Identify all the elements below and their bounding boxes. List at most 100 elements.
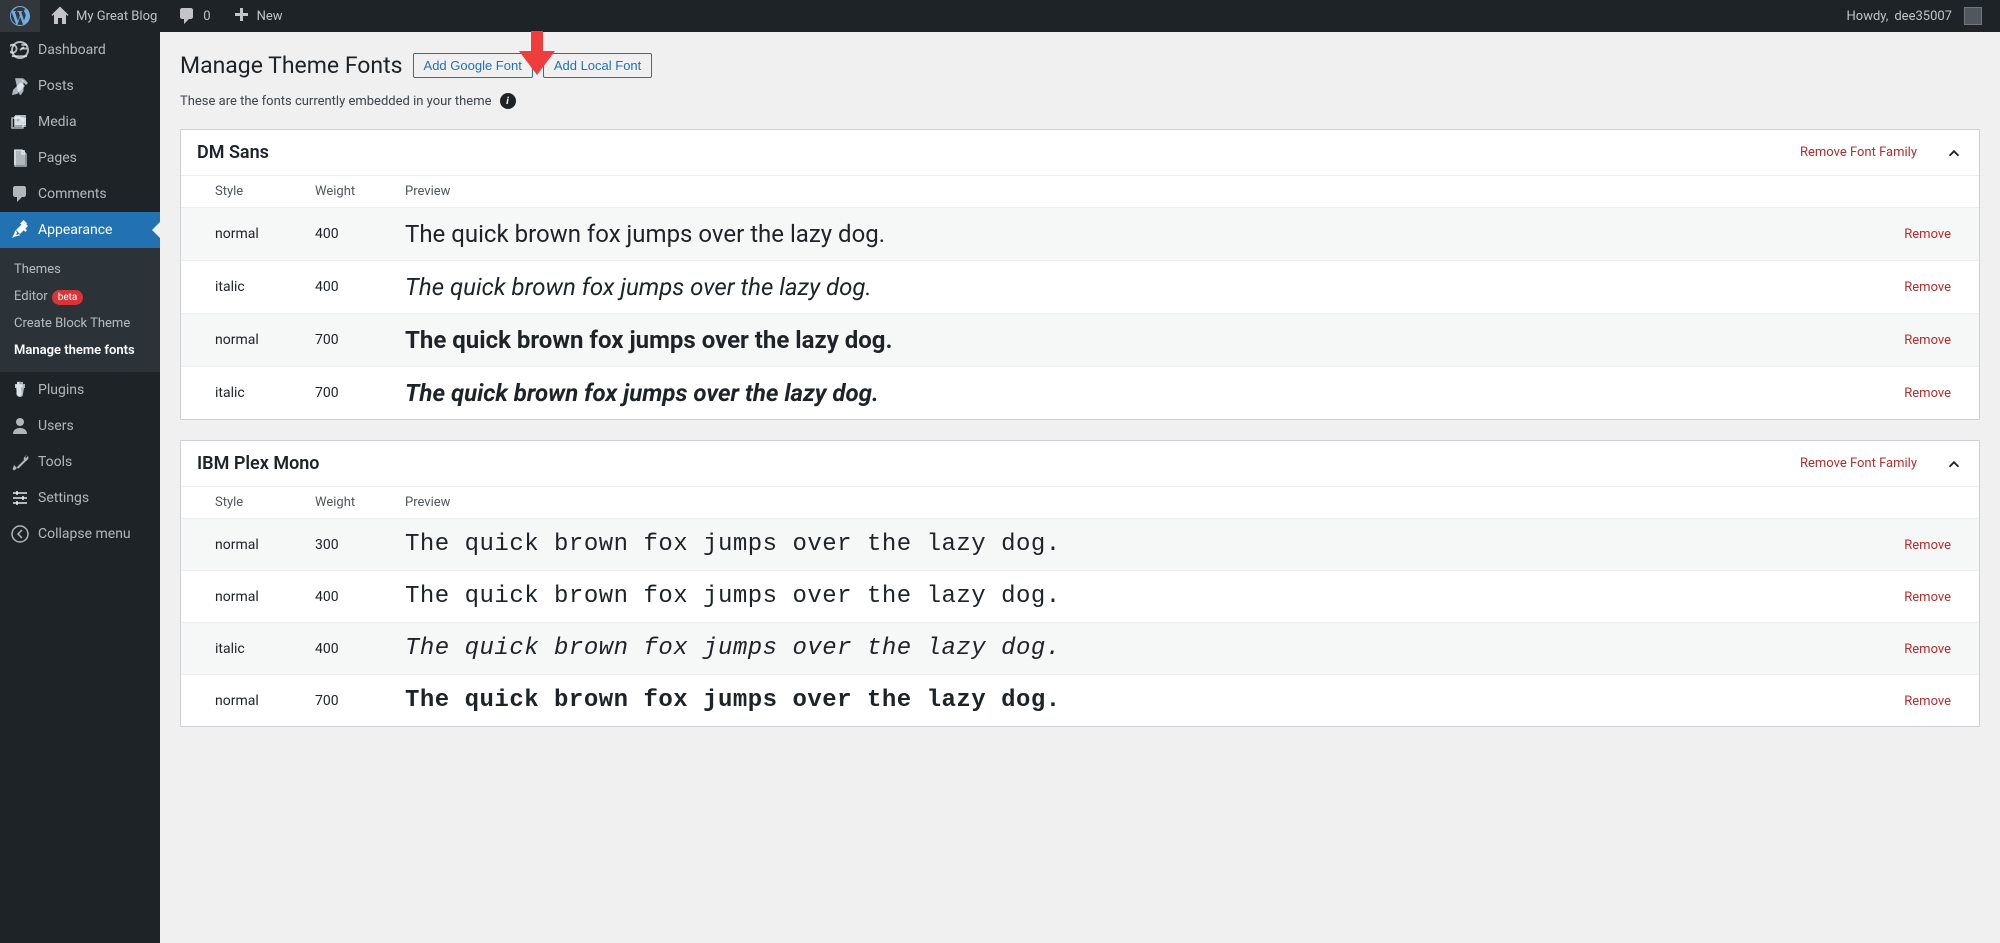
- comments-count: 0: [203, 9, 210, 24]
- dashboard-icon: [10, 40, 30, 60]
- th-style: Style: [205, 176, 305, 208]
- remove-face-link[interactable]: Remove: [1904, 642, 1951, 657]
- face-preview: The quick brown fox jumps over the lazy …: [395, 571, 1889, 623]
- site-title-text: My Great Blog: [76, 9, 157, 24]
- account-button[interactable]: Howdy, dee35007: [1837, 0, 1992, 32]
- face-weight: 700: [305, 314, 395, 367]
- font-face-row: italic 400 The quick brown fox jumps ove…: [181, 261, 1979, 314]
- font-family-card: IBM Plex Mono Remove Font Family Style W…: [180, 440, 1980, 727]
- face-style: normal: [205, 571, 305, 623]
- new-button[interactable]: New: [221, 0, 293, 32]
- face-weight: 700: [305, 367, 395, 420]
- chevron-up-icon[interactable]: [1945, 144, 1963, 162]
- submenu-item-themes[interactable]: Themes: [0, 256, 160, 283]
- info-icon[interactable]: i: [500, 93, 516, 109]
- font-face-row: normal 700 The quick brown fox jumps ove…: [181, 675, 1979, 727]
- sidebar-item-label: Pages: [38, 150, 77, 166]
- page-title: Manage Theme Fonts: [180, 52, 403, 79]
- remove-face-link[interactable]: Remove: [1904, 590, 1951, 605]
- remove-font-family-link[interactable]: Remove Font Family: [1800, 145, 1917, 160]
- beta-badge: beta: [52, 290, 84, 305]
- admin-bar-left: My Great Blog 0 New: [0, 0, 293, 32]
- sidebar-item-label: Tools: [38, 454, 72, 470]
- sidebar-item-settings[interactable]: Settings: [0, 480, 160, 516]
- face-weight: 400: [305, 571, 395, 623]
- comments-button[interactable]: 0: [167, 0, 220, 32]
- face-style: normal: [205, 675, 305, 727]
- sidebar-item-comments[interactable]: Comments: [0, 176, 160, 212]
- remove-face-link[interactable]: Remove: [1904, 280, 1951, 295]
- new-label: New: [257, 9, 283, 24]
- submenu-item-create-block-theme[interactable]: Create Block Theme: [0, 310, 160, 337]
- howdy-prefix: Howdy,: [1847, 9, 1889, 24]
- sidebar-item-appearance[interactable]: Appearance: [0, 212, 160, 248]
- site-title-button[interactable]: My Great Blog: [40, 0, 167, 32]
- face-weight: 400: [305, 261, 395, 314]
- sidebar-item-collapse[interactable]: Collapse menu: [0, 516, 160, 552]
- sidebar-item-posts[interactable]: Posts: [0, 68, 160, 104]
- settings-icon: [10, 488, 30, 508]
- posts-icon: [10, 76, 30, 96]
- wp-logo-button[interactable]: [0, 0, 40, 32]
- face-weight: 400: [305, 623, 395, 675]
- media-icon: [10, 112, 30, 132]
- wordpress-icon: [10, 6, 30, 26]
- collapse-icon: [10, 524, 30, 544]
- face-style: normal: [205, 314, 305, 367]
- remove-face-link[interactable]: Remove: [1904, 227, 1951, 242]
- plus-icon: [231, 6, 251, 26]
- home-icon: [50, 6, 70, 26]
- remove-face-link[interactable]: Remove: [1904, 694, 1951, 709]
- comments-icon: [177, 6, 197, 26]
- th-weight: Weight: [305, 487, 395, 519]
- submenu-item-editor[interactable]: Editorbeta: [0, 283, 160, 310]
- add-google-font-button[interactable]: Add Google Font: [413, 53, 533, 78]
- appearance-submenu: Themes Editorbeta Create Block Theme Man…: [0, 248, 160, 372]
- face-preview: The quick brown fox jumps over the lazy …: [395, 261, 1889, 314]
- appearance-icon: [10, 220, 30, 240]
- sidebar-item-label: Media: [38, 114, 77, 130]
- sidebar-item-label: Dashboard: [38, 42, 106, 58]
- font-face-row: normal 400 The quick brown fox jumps ove…: [181, 208, 1979, 261]
- remove-face-link[interactable]: Remove: [1904, 386, 1951, 401]
- face-weight: 300: [305, 519, 395, 571]
- font-card-header: IBM Plex Mono Remove Font Family: [181, 441, 1979, 486]
- font-faces-table: Style Weight Preview normal 400 The quic…: [181, 175, 1979, 419]
- submenu-item-manage-theme-fonts[interactable]: Manage theme fonts: [0, 337, 160, 364]
- th-weight: Weight: [305, 176, 395, 208]
- sidebar-item-dashboard[interactable]: Dashboard: [0, 32, 160, 68]
- sidebar-item-tools[interactable]: Tools: [0, 444, 160, 480]
- font-face-row: normal 700 The quick brown fox jumps ove…: [181, 314, 1979, 367]
- comments-menu-icon: [10, 184, 30, 204]
- admin-sidebar: Dashboard Posts Media Pages Comments App…: [0, 32, 160, 943]
- sidebar-item-label: Collapse menu: [38, 526, 131, 542]
- remove-font-family-link[interactable]: Remove Font Family: [1800, 456, 1917, 471]
- face-style: italic: [205, 367, 305, 420]
- sidebar-item-label: Comments: [38, 186, 107, 202]
- plugins-icon: [10, 380, 30, 400]
- sidebar-item-label: Users: [38, 418, 74, 434]
- sidebar-item-media[interactable]: Media: [0, 104, 160, 140]
- th-preview: Preview: [395, 487, 1889, 519]
- font-faces-table: Style Weight Preview normal 300 The quic…: [181, 486, 1979, 726]
- sidebar-item-users[interactable]: Users: [0, 408, 160, 444]
- sidebar-item-label: Plugins: [38, 382, 84, 398]
- font-card-header: DM Sans Remove Font Family: [181, 130, 1979, 175]
- sidebar-item-plugins[interactable]: Plugins: [0, 372, 160, 408]
- subtitle-text: These are the fonts currently embedded i…: [180, 94, 492, 109]
- main-content: Manage Theme Fonts Add Google Font Add L…: [160, 32, 2000, 787]
- font-face-row: italic 400 The quick brown fox jumps ove…: [181, 623, 1979, 675]
- chevron-up-icon[interactable]: [1945, 455, 1963, 473]
- face-preview: The quick brown fox jumps over the lazy …: [395, 367, 1889, 420]
- font-face-row: normal 400 The quick brown fox jumps ove…: [181, 571, 1979, 623]
- remove-face-link[interactable]: Remove: [1904, 538, 1951, 553]
- th-preview: Preview: [395, 176, 1889, 208]
- remove-face-link[interactable]: Remove: [1904, 333, 1951, 348]
- sidebar-item-pages[interactable]: Pages: [0, 140, 160, 176]
- admin-bar-right: Howdy, dee35007: [1837, 0, 1992, 32]
- add-local-font-button[interactable]: Add Local Font: [543, 53, 652, 78]
- sidebar-item-label: Appearance: [38, 222, 112, 238]
- th-style: Style: [205, 487, 305, 519]
- users-icon: [10, 416, 30, 436]
- face-preview: The quick brown fox jumps over the lazy …: [395, 208, 1889, 261]
